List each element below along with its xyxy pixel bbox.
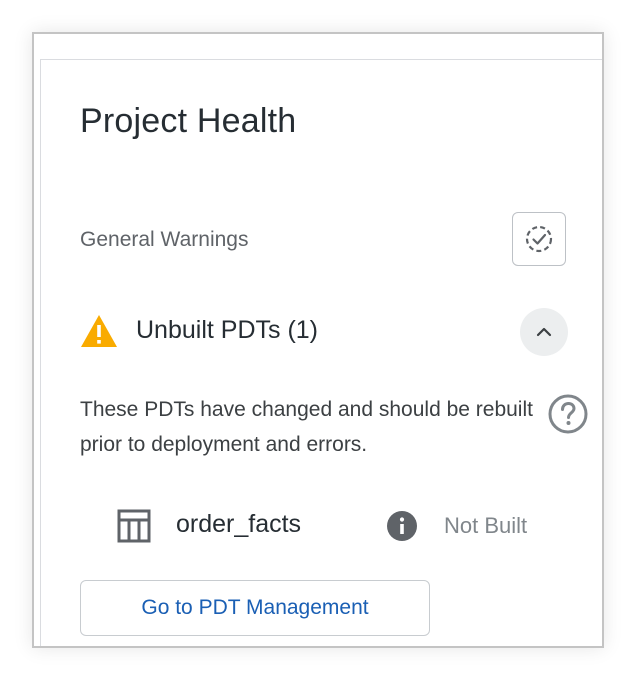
project-health-panel: Project Health General Warnings Unbuilt … bbox=[32, 32, 604, 648]
pdt-status: Not Built bbox=[444, 513, 528, 538]
collapse-section-button[interactable] bbox=[520, 308, 568, 356]
pdt-name: order_facts bbox=[176, 510, 302, 538]
go-to-pdt-management-button[interactable]: Go to PDT Management bbox=[80, 580, 430, 636]
panel-title: Project Health bbox=[80, 102, 297, 140]
pdt-list-item: order_facts Not Built bbox=[116, 504, 576, 548]
info-icon[interactable] bbox=[386, 510, 418, 542]
divider bbox=[40, 59, 602, 60]
chevron-up-icon bbox=[536, 327, 552, 337]
general-warnings-label: General Warnings bbox=[80, 228, 249, 251]
warning-triangle-icon bbox=[81, 315, 117, 347]
table-icon bbox=[117, 509, 151, 543]
unbuilt-pdts-heading: Unbuilt PDTs (1) bbox=[136, 316, 318, 344]
dashed-circle-check-icon bbox=[525, 225, 553, 253]
unbuilt-pdts-description: These PDTs have changed and should be re… bbox=[80, 398, 533, 456]
help-circle-icon[interactable] bbox=[546, 392, 590, 436]
divider bbox=[40, 59, 41, 646]
general-warnings-status-button[interactable] bbox=[512, 212, 566, 266]
